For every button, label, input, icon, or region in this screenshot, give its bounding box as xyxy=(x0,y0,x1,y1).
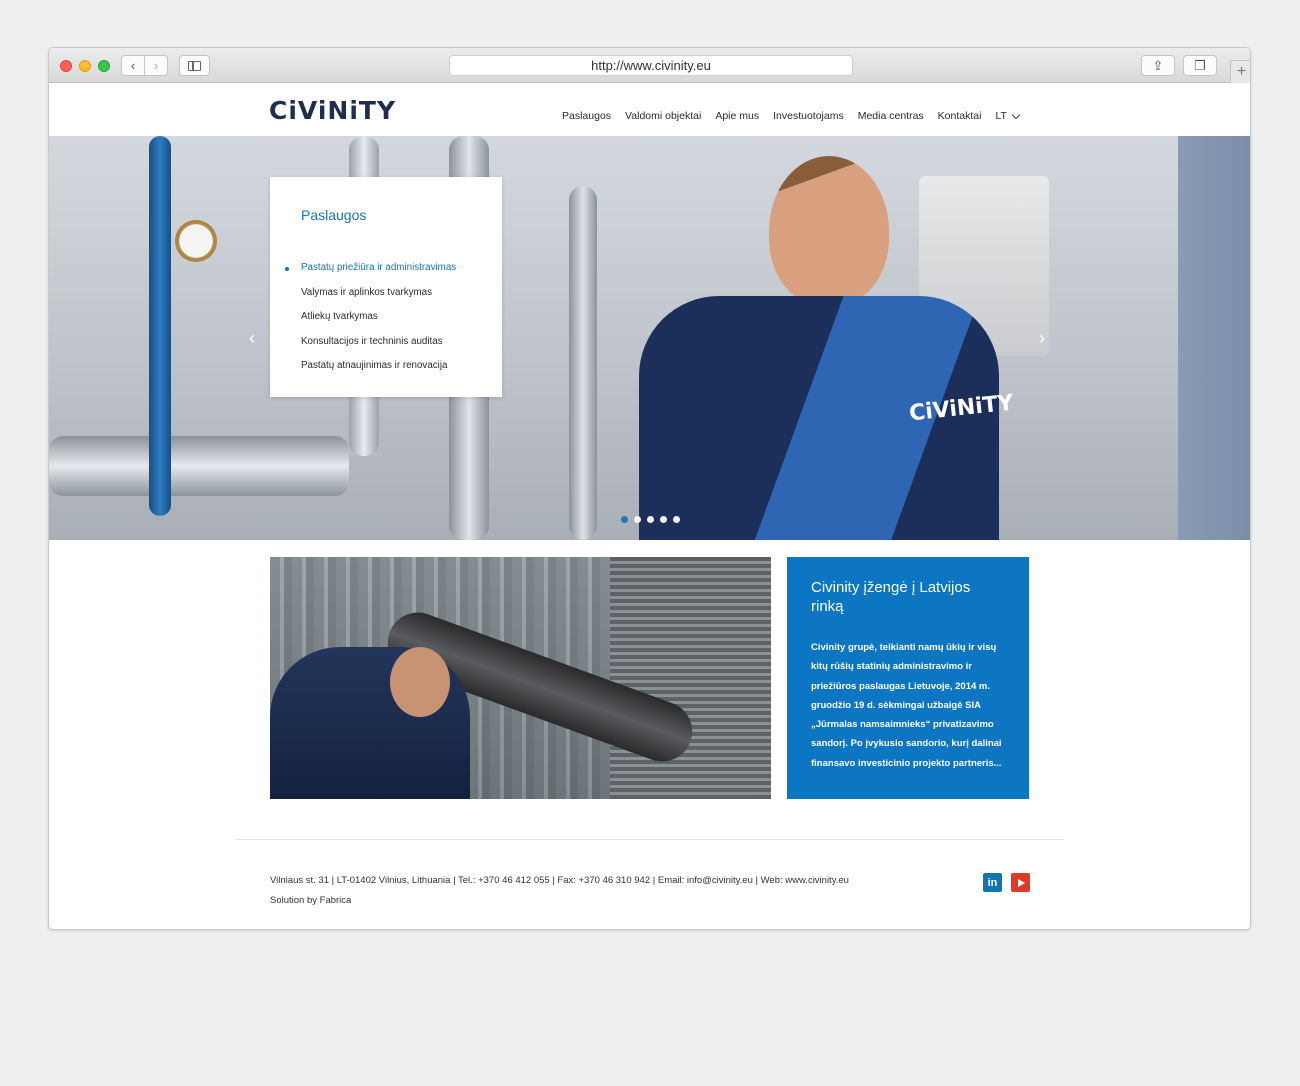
slider-dot[interactable] xyxy=(660,516,667,523)
hero-photo-worker: CiViNiTY xyxy=(609,156,1015,540)
hero-photo-worker-head xyxy=(769,156,889,306)
nav-item-kontaktai[interactable]: Kontaktai xyxy=(938,110,982,122)
chevron-down-icon xyxy=(1011,110,1021,119)
news-excerpt: Civinity grupė, teikianti namų ūkių ir v… xyxy=(811,642,1002,769)
service-link[interactable]: Atliekų tvarkymas xyxy=(301,305,502,330)
chevron-right-icon: › xyxy=(153,58,159,73)
linkedin-button[interactable]: in xyxy=(983,873,1002,892)
nav-item-apie-mus[interactable]: Apie mus xyxy=(715,110,759,122)
share-icon: ⇪ xyxy=(1152,57,1164,73)
sidebar-toggle-button[interactable] xyxy=(179,55,210,76)
slider-pagination xyxy=(621,516,680,523)
slider-next-button[interactable]: › xyxy=(1039,328,1053,348)
forward-button[interactable]: › xyxy=(144,55,168,76)
service-link[interactable]: Valymas ir aplinkos tvarkymas xyxy=(301,281,502,306)
nav-item-media-centras[interactable]: Media centras xyxy=(858,110,924,122)
hero-photo-pipe xyxy=(569,186,597,540)
service-link[interactable]: Pastatų atnaujinimas ir renovacija xyxy=(301,354,502,379)
chevron-left-icon: ‹ xyxy=(249,328,255,348)
youtube-icon xyxy=(1018,878,1025,887)
close-window-button[interactable] xyxy=(60,60,72,72)
minimize-window-button[interactable] xyxy=(79,60,91,72)
nav-item-paslaugos[interactable]: Paslaugos xyxy=(562,110,611,122)
service-link[interactable]: Konsultacijos ir techninis auditas xyxy=(301,330,502,355)
feature-photo-building xyxy=(610,557,771,799)
plus-icon: + xyxy=(1236,63,1247,80)
slider-dot[interactable] xyxy=(673,516,680,523)
language-label: LT xyxy=(995,110,1007,122)
news-title[interactable]: Civinity įžengė į Latvijos rinką xyxy=(811,578,1005,616)
chevron-right-icon: › xyxy=(1039,328,1045,348)
footer-credit-line[interactable]: Solution by Fabrica xyxy=(270,891,849,911)
hero-photo-pipe xyxy=(149,136,171,516)
services-list: Pastatų priežiūra ir administravimas Val… xyxy=(285,256,502,379)
hero-photo-gauge xyxy=(175,220,217,262)
slider-dot[interactable] xyxy=(634,516,641,523)
browser-window: ‹ › http://www.civinity.eu ⇪ ❐ + CiViNiT… xyxy=(48,47,1251,930)
language-selector[interactable]: LT xyxy=(995,110,1021,122)
slider-prev-button[interactable]: ‹ xyxy=(249,328,263,348)
slider-dot[interactable] xyxy=(621,516,628,523)
footer-contact: Vilniaus st. 31 | LT-01402 Vilnius, Lith… xyxy=(270,871,849,910)
share-button[interactable]: ⇪ xyxy=(1141,55,1175,76)
service-link[interactable]: Pastatų priežiūra ir administravimas xyxy=(285,256,502,281)
tabs-icon: ❐ xyxy=(1194,57,1206,73)
back-button[interactable]: ‹ xyxy=(121,55,145,76)
chevron-left-icon: ‹ xyxy=(130,58,136,73)
services-card: Paslaugos Pastatų priežiūra ir administr… xyxy=(270,177,502,397)
web-page: CiViNiTY Paslaugos Valdomi objektai Apie… xyxy=(49,83,1250,929)
maximize-window-button[interactable] xyxy=(98,60,110,72)
sidebar-icon xyxy=(188,60,201,71)
address-bar[interactable]: http://www.civinity.eu xyxy=(449,55,853,76)
footer-divider xyxy=(236,839,1064,840)
new-tab-button[interactable]: + xyxy=(1230,60,1250,83)
civinity-logo[interactable]: CiViNiTY xyxy=(269,96,396,125)
url-text: http://www.civinity.eu xyxy=(591,58,711,73)
news-card[interactable]: Civinity įžengė į Latvijos rinką Civinit… xyxy=(787,557,1029,799)
hero-photo-pipe xyxy=(49,436,349,496)
hero-slider: CiViNiTY Paslaugos Pastatų priežiūra ir … xyxy=(49,136,1250,540)
show-tabs-button[interactable]: ❐ xyxy=(1183,55,1217,76)
nav-item-investuotojams[interactable]: Investuotojams xyxy=(773,110,844,122)
footer-contact-line: Vilniaus st. 31 | LT-01402 Vilnius, Lith… xyxy=(270,875,849,886)
linkedin-icon: in xyxy=(987,876,998,889)
feature-photo xyxy=(270,557,771,799)
site-header: CiViNiTY Paslaugos Valdomi objektai Apie… xyxy=(49,83,1250,136)
feature-photo-worker-face xyxy=(390,647,450,717)
slider-dot[interactable] xyxy=(647,516,654,523)
nav-item-valdomi-objektai[interactable]: Valdomi objektai xyxy=(625,110,701,122)
services-card-title: Paslaugos xyxy=(301,207,367,223)
main-nav: Paslaugos Valdomi objektai Apie mus Inve… xyxy=(562,110,1021,122)
youtube-button[interactable] xyxy=(1011,873,1030,892)
browser-titlebar: ‹ › http://www.civinity.eu ⇪ ❐ + xyxy=(49,48,1250,83)
